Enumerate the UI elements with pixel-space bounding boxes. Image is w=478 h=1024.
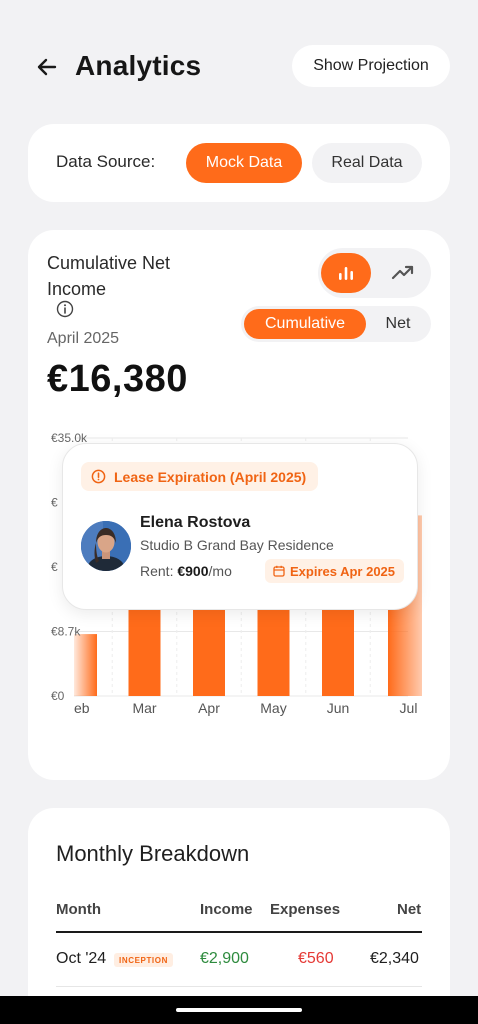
row-net: €2,340 — [370, 950, 419, 967]
chart-title: Cumulative Net Income — [47, 253, 171, 299]
selected-month: April 2025 — [47, 330, 120, 347]
calendar-icon — [273, 565, 285, 577]
tenant-avatar — [81, 521, 131, 571]
row-divider — [56, 986, 422, 987]
cumulative-tab[interactable]: Cumulative — [244, 309, 366, 339]
expires-label: Expires Apr 2025 — [290, 563, 396, 579]
info-icon[interactable] — [56, 300, 74, 318]
bar-feb[interactable] — [74, 634, 97, 696]
x-tick-label: May — [260, 700, 286, 716]
mode-toggle: Cumulative Net — [241, 306, 431, 342]
tenant-name: Elena Rostova — [140, 514, 251, 531]
rent-label: Rent: — [140, 563, 174, 579]
rent-period: /mo — [208, 563, 232, 579]
y-tick-label: € — [51, 496, 58, 510]
x-tick-label: Jun — [327, 700, 350, 716]
mock-data-button[interactable]: Mock Data — [186, 143, 302, 183]
x-tick-label: Jul — [400, 700, 418, 716]
net-income-amount: €16,380 — [47, 358, 188, 400]
column-header-expenses: Expenses — [270, 901, 341, 918]
back-arrow-icon[interactable] — [32, 52, 62, 82]
monthly-breakdown-card: Monthly Breakdown Month Income Expenses … — [28, 808, 450, 1024]
monthly-breakdown-title: Monthly Breakdown — [56, 841, 250, 866]
inception-badge: INCEPTION — [114, 953, 173, 967]
data-source-card: Data Source: Mock Data Real Data — [28, 124, 450, 202]
lease-expiration-tag: Lease Expiration (April 2025) — [81, 462, 319, 491]
bar-chart-icon[interactable] — [321, 253, 371, 293]
chart-type-toggle — [318, 248, 431, 298]
x-tick-label: Mar — [132, 700, 156, 716]
trend-line-icon[interactable] — [378, 253, 428, 293]
data-source-label: Data Source: — [56, 152, 156, 171]
y-tick-label: €0 — [51, 689, 65, 703]
lease-expiration-popup[interactable]: Lease Expiration (April 2025) Elena Rost… — [62, 443, 418, 610]
show-projection-button[interactable]: Show Projection — [292, 45, 450, 87]
y-tick-label: € — [51, 560, 58, 574]
home-handle[interactable] — [176, 1008, 302, 1012]
row-expenses: €560 — [298, 950, 334, 967]
header: Analytics Show Projection — [0, 40, 478, 96]
system-navigation-bar — [0, 996, 478, 1024]
column-header-month: Month — [56, 901, 101, 918]
header-divider — [56, 931, 422, 933]
x-tick-label: Apr — [198, 700, 220, 716]
row-income: €2,900 — [200, 950, 249, 967]
expires-badge: Expires Apr 2025 — [265, 559, 405, 583]
tenant-property: Studio B Grand Bay Residence — [140, 537, 334, 553]
net-tab[interactable]: Net — [367, 309, 429, 339]
column-header-net: Net — [397, 901, 422, 918]
lease-tag-label: Lease Expiration (April 2025) — [114, 468, 307, 485]
tenant-rent: Rent: €900/mo — [140, 563, 232, 579]
y-tick-label: €8.7k — [51, 625, 81, 639]
x-tick-label: eb — [74, 700, 90, 716]
row-month: Oct '24 — [56, 950, 107, 967]
rent-value: €900 — [177, 563, 209, 579]
column-header-income: Income — [200, 901, 253, 918]
page-title: Analytics — [75, 50, 202, 81]
real-data-button[interactable]: Real Data — [312, 143, 422, 183]
alert-circle-icon — [91, 469, 106, 484]
